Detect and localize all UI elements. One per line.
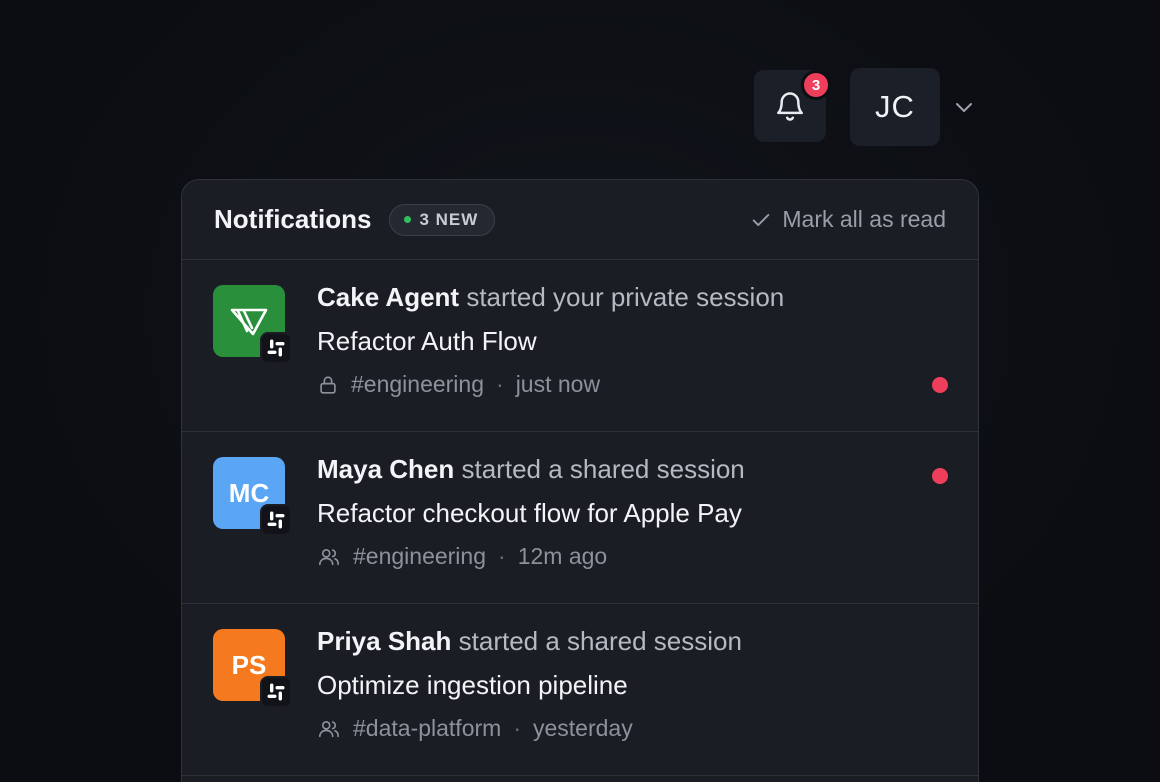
new-count-label: 3 NEW bbox=[419, 209, 479, 229]
panel-header: Notifications 3 NEW Mark all as read bbox=[182, 180, 978, 260]
actor-name: Priya Shah bbox=[317, 626, 452, 656]
channel-name: #data-platform bbox=[353, 715, 502, 741]
notification-item[interactable]: MC Maya Chen started a shared session Re… bbox=[182, 432, 978, 604]
session-title: Optimize ingestion pipeline bbox=[317, 670, 628, 700]
unread-dot bbox=[932, 377, 948, 393]
mark-all-read-button[interactable]: Mark all as read bbox=[750, 206, 946, 233]
separator-dot: · bbox=[496, 371, 504, 397]
check-icon bbox=[753, 213, 770, 226]
separator-dot: · bbox=[513, 715, 521, 741]
chevron-down-icon[interactable] bbox=[952, 95, 976, 119]
timestamp: yesterday bbox=[532, 715, 633, 741]
panel-title: Notifications bbox=[214, 204, 372, 234]
slack-icon bbox=[260, 504, 292, 536]
channel-name: #engineering bbox=[351, 371, 485, 397]
users-icon bbox=[319, 720, 339, 737]
lock-icon bbox=[320, 375, 336, 394]
separator-dot: · bbox=[498, 543, 506, 569]
notification-count-badge: 3 bbox=[801, 70, 831, 100]
bell-icon bbox=[776, 92, 804, 121]
new-count-pill: 3 NEW bbox=[389, 203, 496, 236]
action-text: started a shared session bbox=[461, 454, 745, 484]
notification-item[interactable]: PS Priya Shah started a shared session O… bbox=[182, 604, 978, 776]
session-title: Refactor checkout flow for Apple Pay bbox=[317, 498, 742, 528]
actor-name: Maya Chen bbox=[317, 454, 455, 484]
action-text: started your private session bbox=[466, 282, 785, 312]
notifications-panel: Notifications 3 NEW Mark all as read Cak… bbox=[181, 179, 979, 782]
mark-all-read-label: Mark all as read bbox=[782, 206, 946, 232]
session-title: Refactor Auth Flow bbox=[317, 326, 537, 356]
timestamp: 12m ago bbox=[517, 543, 608, 569]
notification-body: Cake Agent started your private session … bbox=[317, 282, 784, 398]
users-icon bbox=[319, 548, 339, 565]
user-avatar-button[interactable]: JC bbox=[850, 68, 940, 146]
slack-icon bbox=[260, 676, 292, 708]
app-stage: 3 JC Notifications 3 NEW Mark all as rea… bbox=[0, 0, 1160, 782]
timestamp: just now bbox=[515, 371, 601, 397]
notification-item[interactable]: Cake Agent started your private session … bbox=[182, 260, 978, 432]
channel-name: #engineering bbox=[353, 543, 487, 569]
notification-body: Priya Shah started a shared session Opti… bbox=[317, 626, 742, 742]
slack-icon bbox=[260, 332, 292, 364]
action-text: started a shared session bbox=[458, 626, 742, 656]
unread-dot bbox=[932, 468, 948, 484]
actor-name: Cake Agent bbox=[317, 282, 460, 312]
new-indicator-dot bbox=[404, 216, 412, 223]
notification-body: Maya Chen started a shared session Refac… bbox=[317, 454, 745, 570]
